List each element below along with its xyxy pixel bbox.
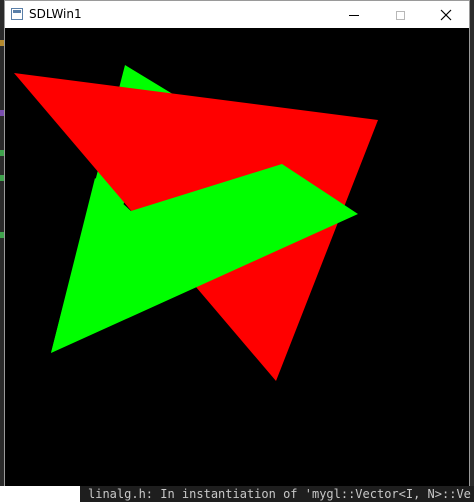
background-window-right-edge [470,0,474,502]
close-button[interactable] [423,1,469,29]
close-icon [440,9,452,21]
minimize-button[interactable] [331,1,377,29]
render-canvas[interactable] [5,28,469,486]
window-title: SDLWin1 [29,7,82,21]
title-bar[interactable]: SDLWin1 [5,1,469,29]
background-terminal-text: linalg.h: In instantiation of 'mygl::Vec… [80,486,474,502]
minimize-icon [349,14,359,16]
app-icon [11,8,23,20]
maximize-button[interactable] [377,1,423,29]
desktop: linalg.h: In instantiation of 'mygl::Vec… [0,0,474,502]
render-surface [14,65,378,381]
maximize-icon [395,10,405,20]
sdl-window[interactable]: SDLWin1 [4,0,470,486]
